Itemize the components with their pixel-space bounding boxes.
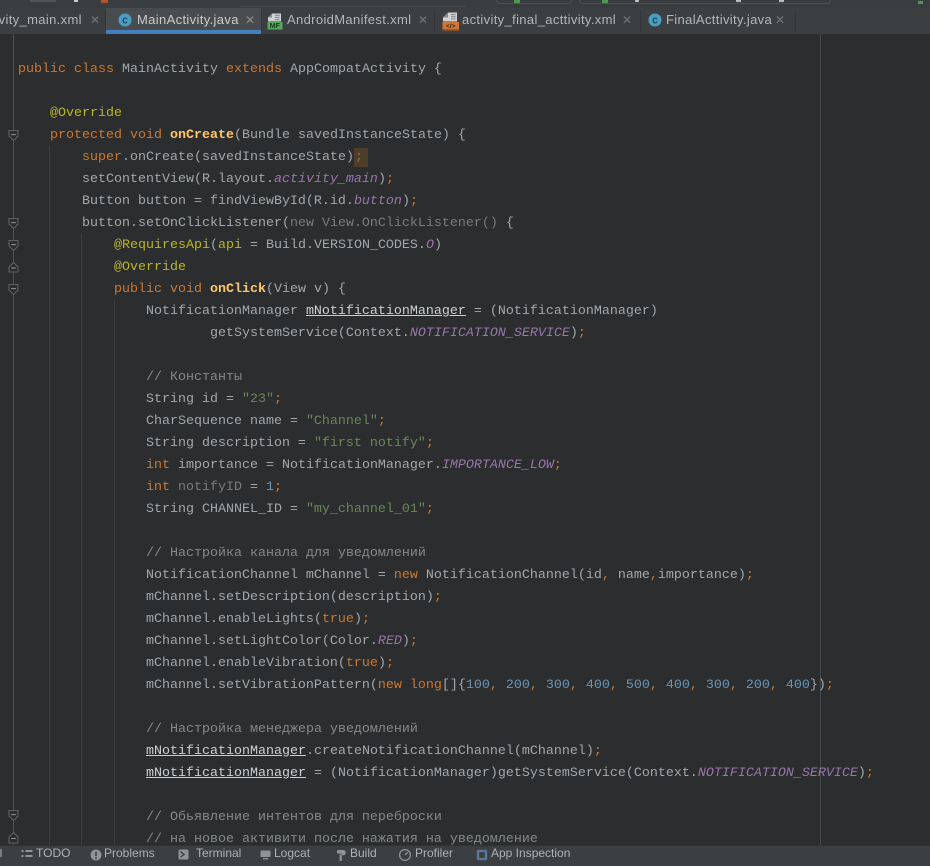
svg-text:C: C	[652, 15, 658, 26]
svg-text:</>: </>	[446, 23, 456, 30]
svg-text:C: C	[122, 15, 128, 26]
svg-text:MF: MF	[270, 23, 281, 30]
